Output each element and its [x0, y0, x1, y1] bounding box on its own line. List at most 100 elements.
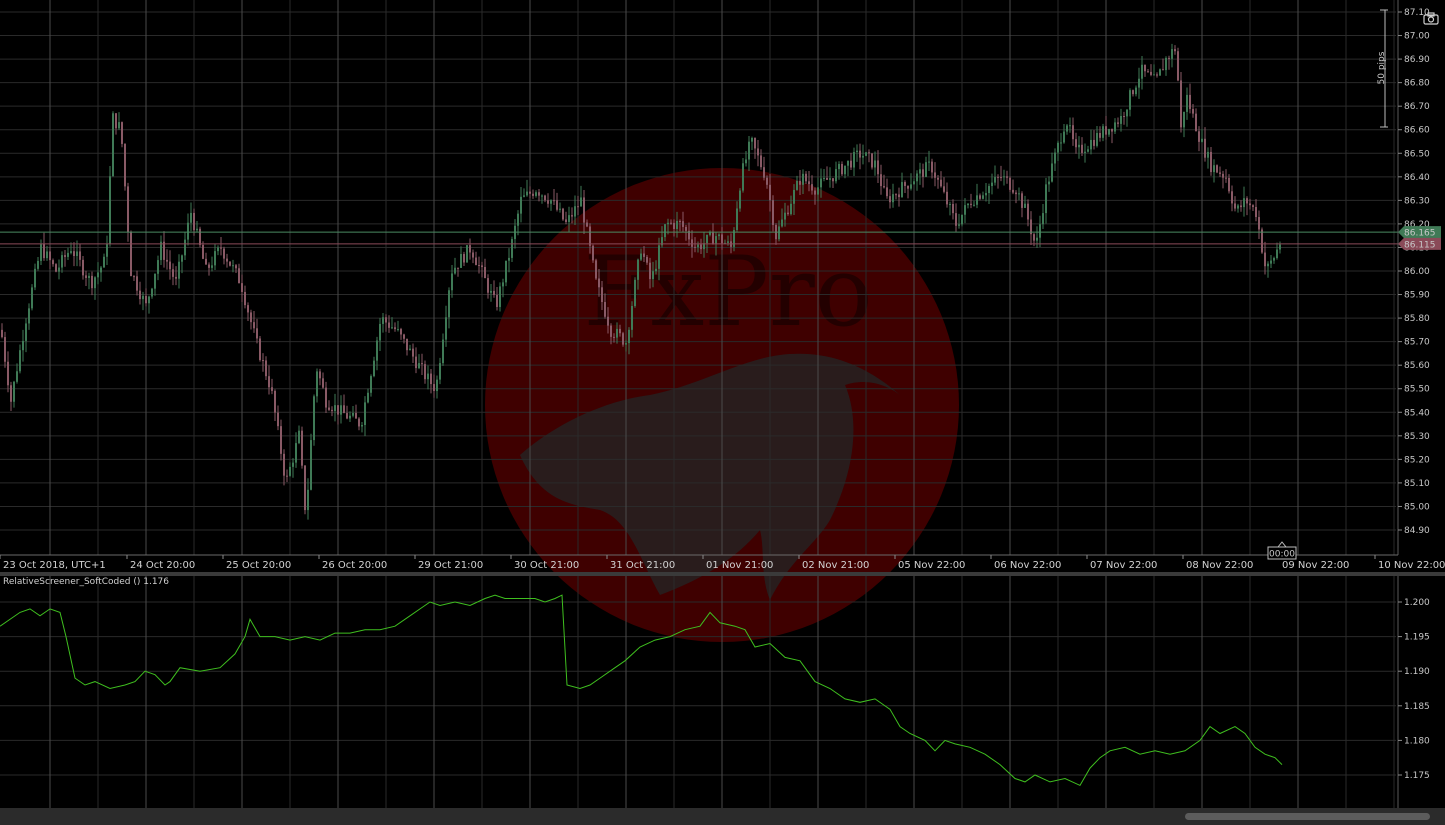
candle-body [979, 195, 981, 199]
candle-body [355, 412, 357, 419]
candle-body [1168, 57, 1170, 59]
candle-body [457, 267, 459, 269]
candle-body [1126, 109, 1128, 117]
candle-body [877, 160, 879, 175]
candle-body [1270, 260, 1272, 264]
candle-body [1111, 128, 1113, 132]
candle-body [28, 308, 30, 324]
time-axis-label: 25 Oct 20:00 [226, 560, 291, 571]
candle-body [940, 179, 942, 187]
candle-body [619, 328, 621, 334]
camera-icon[interactable] [1423, 12, 1439, 25]
candle-body [550, 200, 552, 204]
candle-body [841, 163, 843, 175]
price-axis-label: 86.70 [1404, 102, 1430, 112]
candle-body [1084, 151, 1086, 153]
candle-body [646, 256, 648, 263]
candle-body [589, 226, 591, 246]
candle-body [1069, 125, 1071, 127]
candle-body [898, 194, 900, 198]
candle-body [436, 379, 438, 392]
candle-body [772, 200, 774, 225]
candle-body [340, 405, 342, 415]
candle-body [832, 178, 834, 182]
candle-body [484, 267, 486, 279]
candle-body [760, 155, 762, 168]
candle-body [1147, 71, 1149, 73]
candle-body [586, 222, 588, 227]
candle-body [445, 317, 447, 340]
candle-body [259, 338, 261, 361]
candle-body [541, 195, 543, 197]
candle-body [97, 272, 99, 278]
candle-body [280, 426, 282, 454]
candle-body [886, 187, 888, 197]
candle-body [226, 258, 228, 262]
candle-body [154, 273, 156, 289]
candle-body [1135, 87, 1137, 95]
candle-body [613, 336, 615, 338]
candle-body [1051, 163, 1053, 182]
time-axis-label: 09 Nov 22:00 [1282, 560, 1349, 571]
candle-body [1162, 69, 1164, 71]
candle-body [850, 160, 852, 168]
candle-body [880, 174, 882, 187]
candle-body [178, 261, 180, 279]
indicator-axis-label: 1.195 [1404, 633, 1430, 643]
candle-body [862, 155, 864, 158]
candle-body [283, 453, 285, 476]
candle-body [88, 275, 90, 278]
pips-label: 50 pips [1377, 51, 1387, 84]
candle-body [766, 177, 768, 185]
candle-body [370, 376, 372, 393]
candle-body [169, 261, 171, 270]
candle-body [1252, 205, 1254, 207]
candle-body [670, 222, 672, 224]
candle-body [430, 373, 432, 385]
candle-body [196, 228, 198, 231]
candle-body [1012, 189, 1014, 193]
candle-body [739, 190, 741, 209]
candle-body [400, 329, 402, 335]
candle-body [175, 276, 177, 279]
candle-body [709, 232, 711, 235]
candle-body [316, 371, 318, 397]
scrollbar-thumb[interactable] [1185, 813, 1430, 820]
candle-body [910, 184, 912, 189]
candle-body [124, 143, 126, 187]
candle-body [19, 350, 21, 372]
candle-body [1036, 237, 1038, 241]
candle-body [583, 197, 585, 223]
candle-body [649, 262, 651, 280]
candle-body [631, 305, 633, 330]
bid-price-label: 86.115 [1404, 240, 1436, 250]
candle-body [286, 475, 288, 477]
candle-body [1219, 172, 1221, 174]
candle-body [262, 360, 264, 362]
candle-body [235, 265, 237, 269]
chart-canvas[interactable]: FxPro 87.1087.0086.9086.8086.7086.6086.5… [0, 0, 1445, 825]
time-axis-label: 31 Oct 21:00 [610, 560, 675, 571]
candle-body [1153, 74, 1155, 76]
candle-body [460, 254, 462, 268]
candle-body [796, 180, 798, 190]
candle-body [307, 489, 309, 511]
pane-separator[interactable] [0, 572, 1445, 576]
candle-body [1009, 177, 1011, 190]
candle-body [523, 195, 525, 197]
candle-body [37, 260, 39, 269]
candle-body [697, 244, 699, 248]
candle-body [874, 160, 876, 168]
candle-body [625, 343, 627, 345]
indicator-axis-label: 1.185 [1404, 702, 1430, 712]
candle-body [238, 268, 240, 284]
candle-body [637, 259, 639, 280]
candle-body [970, 203, 972, 205]
candle-body [499, 286, 501, 307]
candle-body [100, 267, 102, 273]
candle-body [571, 215, 573, 217]
candle-body [1114, 122, 1116, 132]
candle-body [1060, 142, 1062, 144]
candle-body [145, 295, 147, 304]
candle-body [505, 260, 507, 283]
